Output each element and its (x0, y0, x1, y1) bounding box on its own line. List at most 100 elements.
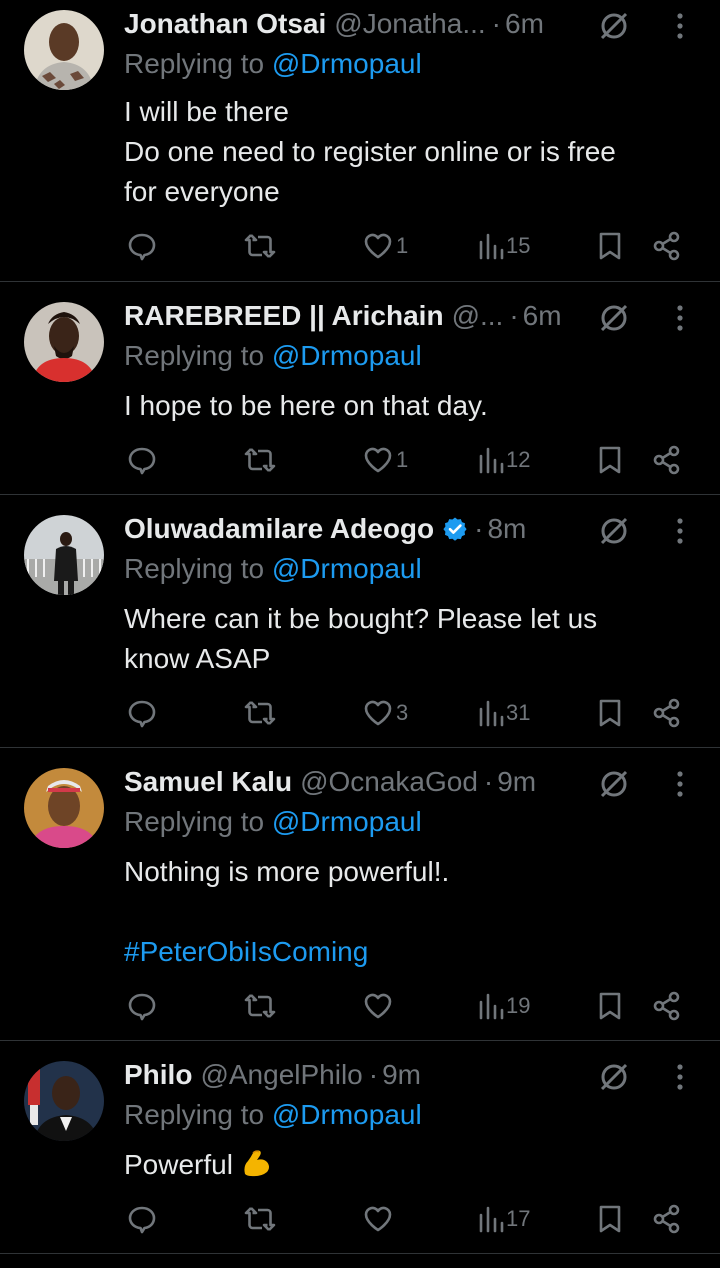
replying-to-label: Replying to (124, 806, 265, 837)
grok-icon[interactable] (596, 766, 632, 802)
bookmark-button[interactable] (596, 988, 624, 1024)
like-button[interactable] (362, 988, 396, 1024)
author-name[interactable]: Philo (124, 1059, 192, 1091)
separator-dot: · (483, 766, 494, 797)
reply-button[interactable] (126, 442, 158, 478)
tweet-text: I will be there Do one need to register … (124, 92, 616, 212)
reply-icon (128, 993, 156, 1021)
tweet-text: I hope to be here on that day. (124, 386, 488, 426)
more-icon[interactable] (670, 766, 690, 802)
share-button[interactable] (652, 228, 682, 264)
views-button[interactable]: 31 (478, 695, 530, 731)
views-icon (479, 447, 504, 474)
tweet[interactable]: Oluwadamilare Adeogo · 8m Replying to @D… (0, 505, 720, 747)
bookmark-button[interactable] (596, 442, 624, 478)
retweet-button[interactable] (243, 988, 277, 1024)
hashtag-link[interactable]: #PeterObiIsComing (124, 932, 449, 972)
avatar[interactable] (24, 10, 104, 90)
timestamp[interactable]: 6m (523, 300, 562, 332)
avatar[interactable] (24, 302, 104, 382)
like-button[interactable] (362, 1201, 396, 1237)
grok-icon[interactable] (596, 300, 632, 336)
replying-to: Replying to @Drmopaul (124, 806, 422, 838)
reply-button[interactable] (126, 695, 158, 731)
bookmark-icon (599, 699, 621, 727)
author-name[interactable]: Jonathan Otsai (124, 8, 326, 40)
like-button[interactable]: 3 (362, 695, 408, 731)
views-button[interactable]: 19 (478, 988, 530, 1024)
mention-link[interactable]: @Drmopaul (272, 1099, 422, 1130)
tweet-text-line: Powerful (124, 1149, 233, 1180)
retweet-button[interactable] (243, 228, 277, 264)
action-bar: 3 31 (0, 695, 720, 731)
tweet-text: Nothing is more powerful!. #PeterObiIsCo… (124, 852, 449, 972)
share-button[interactable] (652, 442, 682, 478)
tweet[interactable]: Samuel Kalu @OcnakaGod · 9m Replying to … (0, 758, 720, 1040)
grok-icon[interactable] (596, 1059, 632, 1095)
reply-button[interactable] (126, 988, 158, 1024)
replying-to: Replying to @Drmopaul (124, 1099, 422, 1131)
views-button[interactable]: 15 (478, 228, 530, 264)
like-button[interactable]: 1 (362, 228, 408, 264)
timestamp[interactable]: 8m (487, 513, 526, 545)
more-icon[interactable] (670, 8, 690, 44)
retweet-button[interactable] (243, 442, 277, 478)
replying-to: Replying to @Drmopaul (124, 553, 422, 585)
share-button[interactable] (652, 988, 682, 1024)
bookmark-button[interactable] (596, 695, 624, 731)
more-icon[interactable] (670, 1059, 690, 1095)
bookmark-icon (599, 232, 621, 260)
timestamp[interactable]: 9m (382, 1059, 421, 1091)
reply-button[interactable] (126, 228, 158, 264)
like-count: 3 (396, 700, 409, 725)
reply-button[interactable] (126, 1201, 158, 1237)
author-name[interactable]: RAREBREED || Arichain (124, 300, 444, 332)
tweet-text-line: know ASAP (124, 643, 271, 674)
mention-link[interactable]: @Drmopaul (272, 553, 422, 584)
bookmark-button[interactable] (596, 1201, 624, 1237)
timestamp[interactable]: 6m (505, 8, 544, 40)
like-button[interactable]: 1 (362, 442, 408, 478)
divider (0, 281, 720, 282)
separator-dot: · (474, 513, 484, 544)
tweet[interactable]: Jonathan Otsai @Jonatha... · 6m Replying… (0, 0, 720, 281)
share-button[interactable] (652, 1201, 682, 1237)
share-icon (653, 698, 680, 728)
author-handle[interactable]: @AngelPhilo (200, 1059, 362, 1091)
grok-icon[interactable] (596, 513, 632, 549)
retweet-icon (244, 701, 276, 725)
avatar[interactable] (24, 1061, 104, 1141)
more-icon[interactable] (670, 300, 690, 336)
retweet-button[interactable] (243, 1201, 277, 1237)
views-count: 12 (506, 447, 531, 472)
tweet[interactable]: RAREBREED || Arichain @... · 6m Replying… (0, 292, 720, 494)
bookmark-button[interactable] (596, 228, 624, 264)
author-handle[interactable]: @OcnakaGod (300, 766, 478, 798)
reply-icon (128, 447, 156, 475)
author-name[interactable]: Samuel Kalu (124, 766, 292, 798)
views-button[interactable]: 17 (478, 1201, 530, 1237)
mention-link[interactable]: @Drmopaul (272, 340, 422, 371)
views-button[interactable]: 12 (478, 442, 530, 478)
author-handle[interactable]: @... (452, 300, 504, 332)
divider (0, 1253, 720, 1254)
tweet[interactable]: Philo @AngelPhilo · 9m Replying to @Drmo… (0, 1051, 720, 1253)
share-button[interactable] (652, 695, 682, 731)
views-count: 19 (506, 993, 531, 1018)
author-handle[interactable]: @Jonatha... (334, 8, 485, 40)
replying-to-label: Replying to (124, 1099, 265, 1130)
separator-dot: · (491, 8, 501, 39)
timestamp[interactable]: 9m (497, 766, 536, 798)
flexed-biceps-emoji (244, 1150, 269, 1177)
like-icon (364, 447, 392, 473)
avatar[interactable] (24, 768, 104, 848)
grok-icon[interactable] (596, 8, 632, 44)
like-count: 1 (396, 447, 409, 472)
more-icon[interactable] (670, 513, 690, 549)
avatar[interactable] (24, 515, 104, 595)
mention-link[interactable]: @Drmopaul (272, 806, 422, 837)
retweet-button[interactable] (243, 695, 277, 731)
mention-link[interactable]: @Drmopaul (272, 48, 422, 79)
author-name[interactable]: Oluwadamilare Adeogo (124, 513, 434, 545)
like-icon (364, 233, 392, 259)
